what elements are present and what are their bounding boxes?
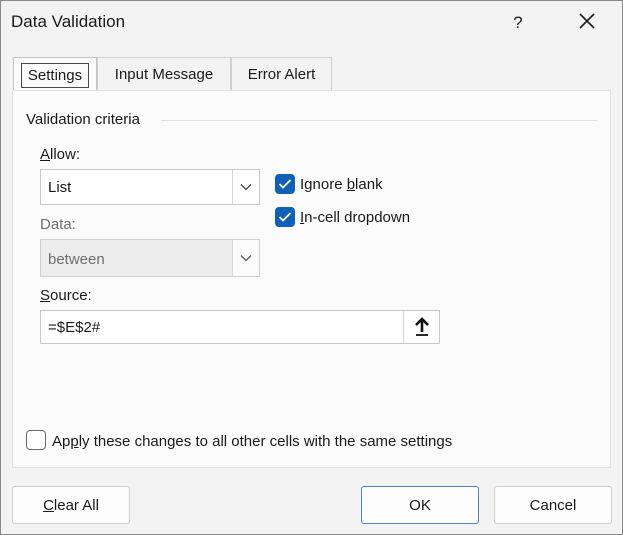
data-dropdown: between: [40, 239, 260, 277]
settings-panel: [12, 90, 611, 468]
cancel-button[interactable]: Cancel: [494, 486, 612, 524]
tab-error-alert-label: Error Alert: [247, 66, 316, 83]
tab-settings-label: Settings: [20, 63, 90, 88]
arrow-up-icon: [414, 317, 429, 336]
source-value: =$E$2#: [48, 319, 101, 336]
source-label: Source:: [40, 287, 92, 304]
data-value: between: [48, 251, 105, 268]
group-divider: [161, 120, 597, 121]
cancel-label: Cancel: [529, 496, 577, 514]
source-input[interactable]: =$E$2#: [40, 310, 440, 344]
tab-input-message[interactable]: Input Message: [97, 57, 231, 91]
clear-all-label: Clear All: [43, 496, 99, 514]
check-icon: [278, 212, 292, 222]
clear-all-button[interactable]: Clear All: [12, 486, 130, 524]
chevron-down-icon[interactable]: [232, 170, 259, 204]
ignore-blank-label: Ignore blank: [300, 176, 383, 193]
check-icon: [278, 179, 292, 189]
allow-value: List: [48, 179, 72, 196]
tab-input-message-label: Input Message: [114, 66, 214, 83]
data-validation-dialog: Data Validation ? Settings Input Message…: [0, 0, 623, 535]
allow-label: Allow:: [40, 146, 81, 163]
title-bar: Data Validation ?: [1, 1, 622, 45]
ignore-blank-checkbox[interactable]: [275, 174, 295, 194]
close-button[interactable]: [567, 7, 607, 39]
allow-dropdown[interactable]: List: [40, 169, 260, 205]
close-icon: [578, 12, 596, 34]
collapse-dialog-button[interactable]: [403, 311, 439, 343]
in-cell-dropdown-label: In-cell dropdown: [300, 209, 411, 226]
help-label: ?: [513, 13, 523, 32]
ok-button[interactable]: OK: [361, 486, 479, 524]
data-label: Data:: [40, 216, 76, 233]
apply-all-label: Apply these changes to all other cells w…: [52, 433, 453, 450]
chevron-down-icon: [232, 240, 259, 276]
help-button[interactable]: ?: [501, 7, 535, 39]
dialog-title: Data Validation: [11, 12, 126, 31]
tab-error-alert[interactable]: Error Alert: [231, 57, 332, 91]
apply-all-checkbox[interactable]: [26, 430, 46, 450]
in-cell-dropdown-checkbox[interactable]: [275, 207, 295, 227]
ok-label: OK: [409, 496, 431, 514]
tab-settings[interactable]: Settings: [13, 57, 97, 91]
validation-criteria-heading: Validation criteria: [26, 111, 140, 128]
